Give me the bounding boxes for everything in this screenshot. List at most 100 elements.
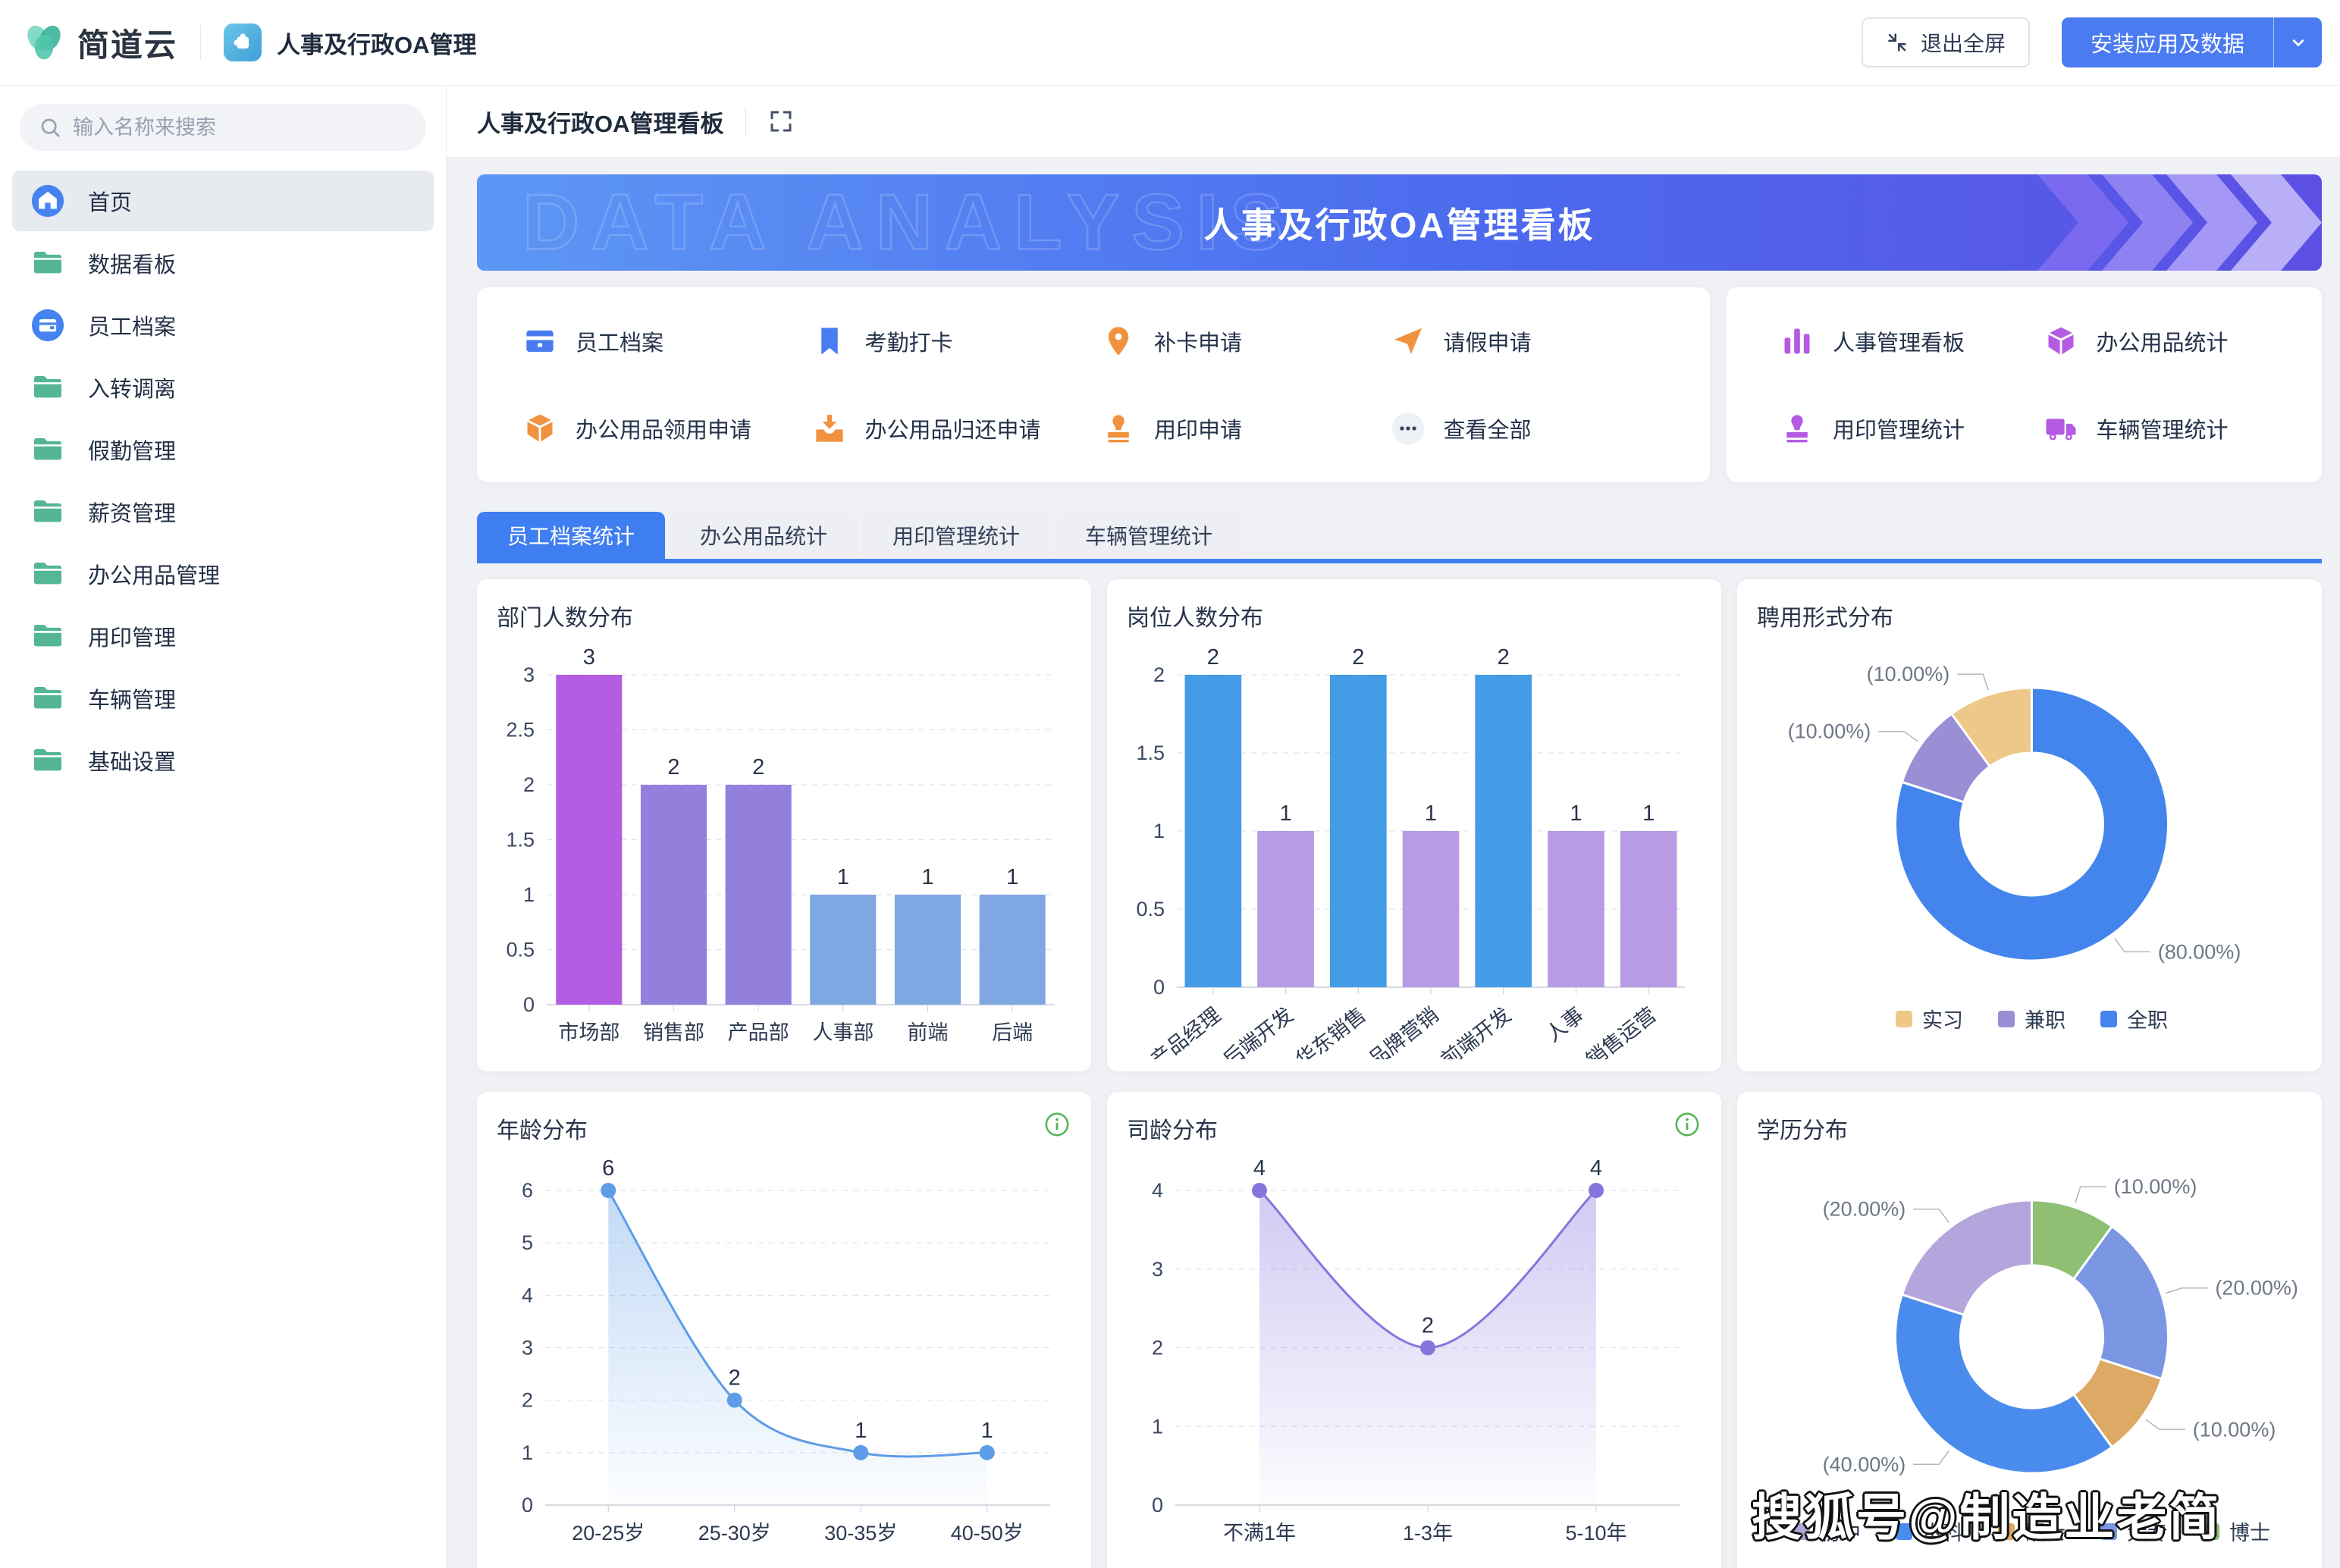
tab[interactable]: 员工档案统计 [477, 512, 665, 559]
svg-text:1: 1 [1006, 865, 1018, 889]
svg-text:2: 2 [667, 755, 679, 779]
svg-text:20-25岁: 20-25岁 [572, 1522, 645, 1544]
sidebar-item-label: 数据看板 [88, 247, 176, 279]
legend-item[interactable]: 博士 [2203, 1516, 2270, 1546]
quick-link-label: 办公用品领用申请 [576, 412, 751, 444]
chevron-down-icon [2288, 32, 2309, 53]
info-icon[interactable] [1674, 1112, 1700, 1141]
folder-icon [30, 557, 65, 591]
bookmark-icon [812, 324, 847, 359]
legend-item[interactable]: 本科 [1896, 1516, 1963, 1546]
sidebar-item[interactable]: 用印管理 [12, 606, 434, 666]
search-input[interactable] [73, 116, 408, 140]
sidebar-item[interactable]: 薪资管理 [12, 481, 434, 542]
svg-text:1.5: 1.5 [1136, 742, 1165, 764]
tab[interactable]: 办公用品统计 [670, 512, 858, 559]
sidebar-item-label: 薪资管理 [88, 496, 176, 528]
brand-logo[interactable]: 简道云 [23, 20, 177, 66]
quick-link[interactable]: 办公用品归还申请 [812, 411, 1102, 446]
tab[interactable]: 用印管理统计 [862, 512, 1050, 559]
app-title: 人事及行政OA管理 [277, 26, 477, 60]
app-puzzle-icon [224, 24, 262, 61]
legend-label: 兼职 [2025, 1004, 2066, 1033]
svg-text:1: 1 [523, 883, 535, 906]
inbox-icon [812, 411, 847, 446]
svg-text:40-50岁: 40-50岁 [951, 1522, 1024, 1544]
breadcrumb-bar: 人事及行政OA管理看板 [447, 86, 2340, 158]
sidebar-search[interactable] [20, 104, 426, 151]
legend-swatch [1998, 1523, 2015, 1540]
folder-icon [30, 246, 65, 281]
svg-text:4: 4 [1590, 1156, 1602, 1181]
install-app-button[interactable]: 安装应用及数据 [2062, 17, 2322, 67]
sidebar-item[interactable]: 入转调离 [12, 357, 434, 418]
legend-label: 博士 [2229, 1516, 2270, 1546]
quick-link[interactable]: 办公用品领用申请 [522, 411, 812, 446]
svg-text:(20.00%): (20.00%) [1823, 1198, 1906, 1221]
quick-link[interactable]: 员工档案 [522, 324, 812, 359]
quick-link[interactable]: 考勤打卡 [812, 324, 1102, 359]
sidebar-item[interactable]: 首页 [12, 171, 434, 231]
stat-link[interactable]: 用印管理统计 [1780, 411, 2044, 446]
bar-chart-svg: 00.511.522.533市场部2销售部2产品部1人事部1前端1后端 [497, 638, 1076, 1059]
install-dropdown-button[interactable] [2273, 17, 2322, 67]
legend-swatch [1896, 1523, 1912, 1540]
svg-text:1: 1 [1642, 801, 1655, 826]
info-icon[interactable] [1044, 1112, 1070, 1141]
sidebar-item[interactable]: 假勤管理 [12, 419, 434, 480]
svg-text:0.5: 0.5 [506, 939, 535, 961]
exit-fullscreen-button[interactable]: 退出全屏 [1862, 17, 2030, 67]
legend-swatch [1793, 1523, 1810, 1540]
svg-text:2: 2 [523, 773, 535, 796]
stamp-icon [1780, 411, 1815, 446]
stat-link[interactable]: 车辆管理统计 [2044, 411, 2307, 446]
legend-item[interactable]: 全职 [2100, 1004, 2168, 1033]
svg-text:0: 0 [522, 1494, 533, 1516]
sidebar-item[interactable]: 办公用品管理 [12, 544, 434, 604]
line-chart-svg: 01234不满1年41-3年25-10年4 [1127, 1151, 1706, 1568]
stat-tabs: 员工档案统计办公用品统计用印管理统计车辆管理统计 [477, 512, 2322, 559]
svg-text:1: 1 [921, 865, 933, 889]
quick-link[interactable]: 请假申请 [1391, 324, 1680, 359]
home-icon [30, 183, 65, 218]
sidebar-item-label: 假勤管理 [88, 434, 176, 466]
stat-link[interactable]: 人事管理看板 [1780, 324, 2044, 359]
tab[interactable]: 车辆管理统计 [1055, 512, 1243, 559]
legend-item[interactable]: 初中 [1793, 1516, 1861, 1546]
svg-text:1: 1 [855, 1419, 867, 1443]
sidebar-item[interactable]: 基础设置 [12, 730, 434, 791]
stat-link-label: 用印管理统计 [1833, 412, 1965, 444]
svg-text:1: 1 [837, 865, 849, 889]
legend-item[interactable]: 大专 [2100, 1516, 2168, 1546]
sidebar-item[interactable]: 数据看板 [12, 233, 434, 293]
breadcrumb-divider [745, 107, 746, 136]
svg-text:0: 0 [1152, 1494, 1163, 1516]
pin-icon [1101, 324, 1136, 359]
chart-title: 岗位人数分布 [1127, 599, 1706, 632]
chart-grid: 部门人数分布00.511.522.533市场部2销售部2产品部1人事部1前端1后… [477, 579, 2322, 1568]
quick-cards-row: 员工档案 考勤打卡 补卡申请 请假申请 办公用品领用申请 办公用品归还申请 用印… [477, 287, 2322, 482]
svg-text:5: 5 [522, 1231, 533, 1254]
sidebar-item[interactable]: 员工档案 [12, 295, 434, 356]
svg-text:(10.00%): (10.00%) [1788, 720, 1871, 743]
svg-text:4: 4 [1253, 1156, 1266, 1181]
quick-link[interactable]: 补卡申请 [1101, 324, 1391, 359]
folder-icon [30, 370, 65, 405]
svg-text:人事部: 人事部 [812, 1021, 874, 1044]
sidebar-item[interactable]: 车辆管理 [12, 668, 434, 729]
chart-card: 部门人数分布00.511.522.533市场部2销售部2产品部1人事部1前端1后… [477, 579, 1091, 1071]
svg-text:1: 1 [522, 1441, 533, 1464]
quick-link[interactable]: 查看全部 [1391, 411, 1680, 446]
svg-text:25-30岁: 25-30岁 [698, 1522, 771, 1544]
legend-label: 全职 [2127, 1004, 2168, 1033]
quick-links-card: 员工档案 考勤打卡 补卡申请 请假申请 办公用品领用申请 办公用品归还申请 用印… [477, 287, 1710, 482]
quick-link[interactable]: 用印申请 [1101, 411, 1391, 446]
main-area: 人事及行政OA管理看板 DATA ANALYSIS 人事及行政OA管理看板 员工… [447, 86, 2340, 1568]
fullscreen-expand-button[interactable] [767, 108, 795, 135]
svg-text:3: 3 [1152, 1258, 1163, 1281]
card-icon [522, 324, 557, 359]
stat-link[interactable]: 办公用品统计 [2044, 324, 2307, 359]
legend-item[interactable]: 实习 [1896, 1004, 1963, 1033]
legend-item[interactable]: 硕士 [1998, 1516, 2066, 1546]
legend-item[interactable]: 兼职 [1998, 1004, 2066, 1033]
